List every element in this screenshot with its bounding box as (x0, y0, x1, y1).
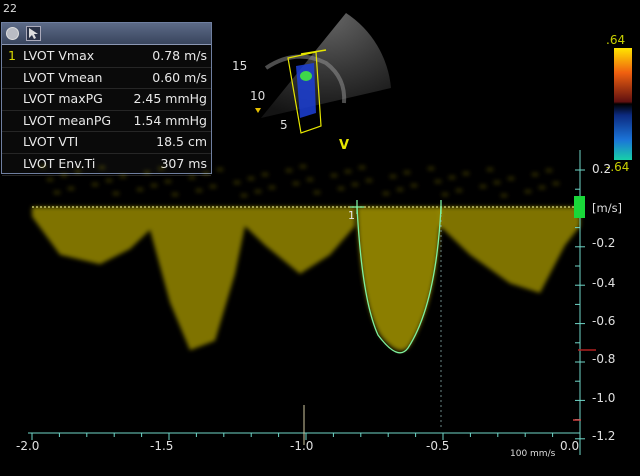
spectral-speckle (196, 189, 202, 192)
spectral-speckle (404, 171, 410, 174)
spectral-speckle (106, 179, 112, 182)
spectral-speckle (210, 185, 216, 188)
spectral-speckle (359, 166, 365, 169)
spectral-envelope (32, 165, 580, 351)
spectral-speckle (338, 187, 344, 190)
spectral-speckle (286, 169, 292, 172)
spectral-speckle (411, 184, 417, 187)
spectral-speckle (158, 167, 164, 170)
velocity-unit: [m/s] (592, 201, 623, 215)
spectral-speckle (189, 176, 195, 179)
y-tick-label: -1.0 (592, 391, 616, 405)
y-tick-label: -1.2 (592, 429, 616, 443)
spectral-speckle (553, 182, 559, 185)
spectral-speckle (234, 181, 240, 184)
spectral-speckle (75, 170, 81, 173)
spectral-speckle (120, 175, 126, 178)
spectral-speckle (508, 177, 514, 180)
spectral-speckle (144, 171, 150, 174)
spectral-speckle (307, 178, 313, 181)
spectral-speckle (241, 194, 247, 197)
y-tick-label: -0.4 (592, 276, 616, 290)
spectral-speckle (269, 186, 275, 189)
spectral-speckle (248, 177, 254, 180)
spectral-speckle (390, 175, 396, 178)
spectral-speckle (40, 165, 46, 168)
spectral-speckle (463, 172, 469, 175)
baseline-marker[interactable] (574, 196, 585, 218)
spectral-speckle (314, 191, 320, 194)
spectral-speckle (262, 173, 268, 176)
spectral-beat (150, 207, 245, 351)
spectral-speckle (300, 165, 306, 168)
spectral-beat (357, 207, 441, 351)
spectral-speckle (494, 181, 500, 184)
spectral-speckle (61, 174, 67, 177)
spectral-speckle (546, 169, 552, 172)
spectral-speckle (428, 167, 434, 170)
spectral-speckle (47, 178, 53, 181)
spectral-speckle (331, 174, 337, 177)
x-tick-label: -1.0 (290, 439, 314, 453)
spectral-speckle (449, 176, 455, 179)
spectral-speckle (366, 179, 372, 182)
spectral-beat (32, 207, 150, 265)
spectral-speckle (532, 173, 538, 176)
x-tick-label: -1.5 (150, 439, 174, 453)
spectral-speckle (487, 168, 493, 171)
spectral-speckle (525, 190, 531, 193)
y-tick-label: -0.6 (592, 314, 616, 328)
spectral-speckle (99, 166, 105, 169)
spectral-speckle (54, 191, 60, 194)
spectral-speckle (456, 189, 462, 192)
spectral-speckle (397, 188, 403, 191)
spectral-beat (245, 207, 355, 274)
spectral-speckle (92, 183, 98, 186)
spectral-speckle (383, 192, 389, 195)
sweep-speed: 100 mm/s (510, 449, 556, 459)
spectral-speckle (217, 168, 223, 171)
spectral-speckle (293, 182, 299, 185)
spectral-speckle (172, 193, 178, 196)
spectral-speckle (539, 186, 545, 189)
y-tick-label: 0.2 (592, 162, 612, 176)
spectral-speckle (137, 188, 143, 191)
spectral-speckle (501, 194, 507, 197)
spectral-speckle (480, 185, 486, 188)
spectral-speckle (352, 183, 358, 186)
spectral-speckle (68, 187, 74, 190)
spectral-beat (440, 207, 580, 293)
spectral-speckle (345, 170, 351, 173)
y-tick-label: -0.2 (592, 236, 616, 250)
spectral-speckle (165, 180, 171, 183)
x-tick-label: -0.5 (426, 439, 450, 453)
spectral-speckle (255, 190, 261, 193)
spectral-speckle (151, 184, 157, 187)
y-tick-label: -0.8 (592, 352, 616, 366)
spectral-speckle (435, 180, 441, 183)
x-tick-label: -2.0 (16, 439, 40, 453)
doppler-spectrum[interactable]: 1 (0, 0, 640, 476)
trace-label: 1 (348, 209, 355, 222)
spectral-speckle (113, 192, 119, 195)
x-tick-label: 0.0 (560, 439, 580, 453)
spectral-speckle (442, 193, 448, 196)
spectral-speckle (203, 172, 209, 175)
